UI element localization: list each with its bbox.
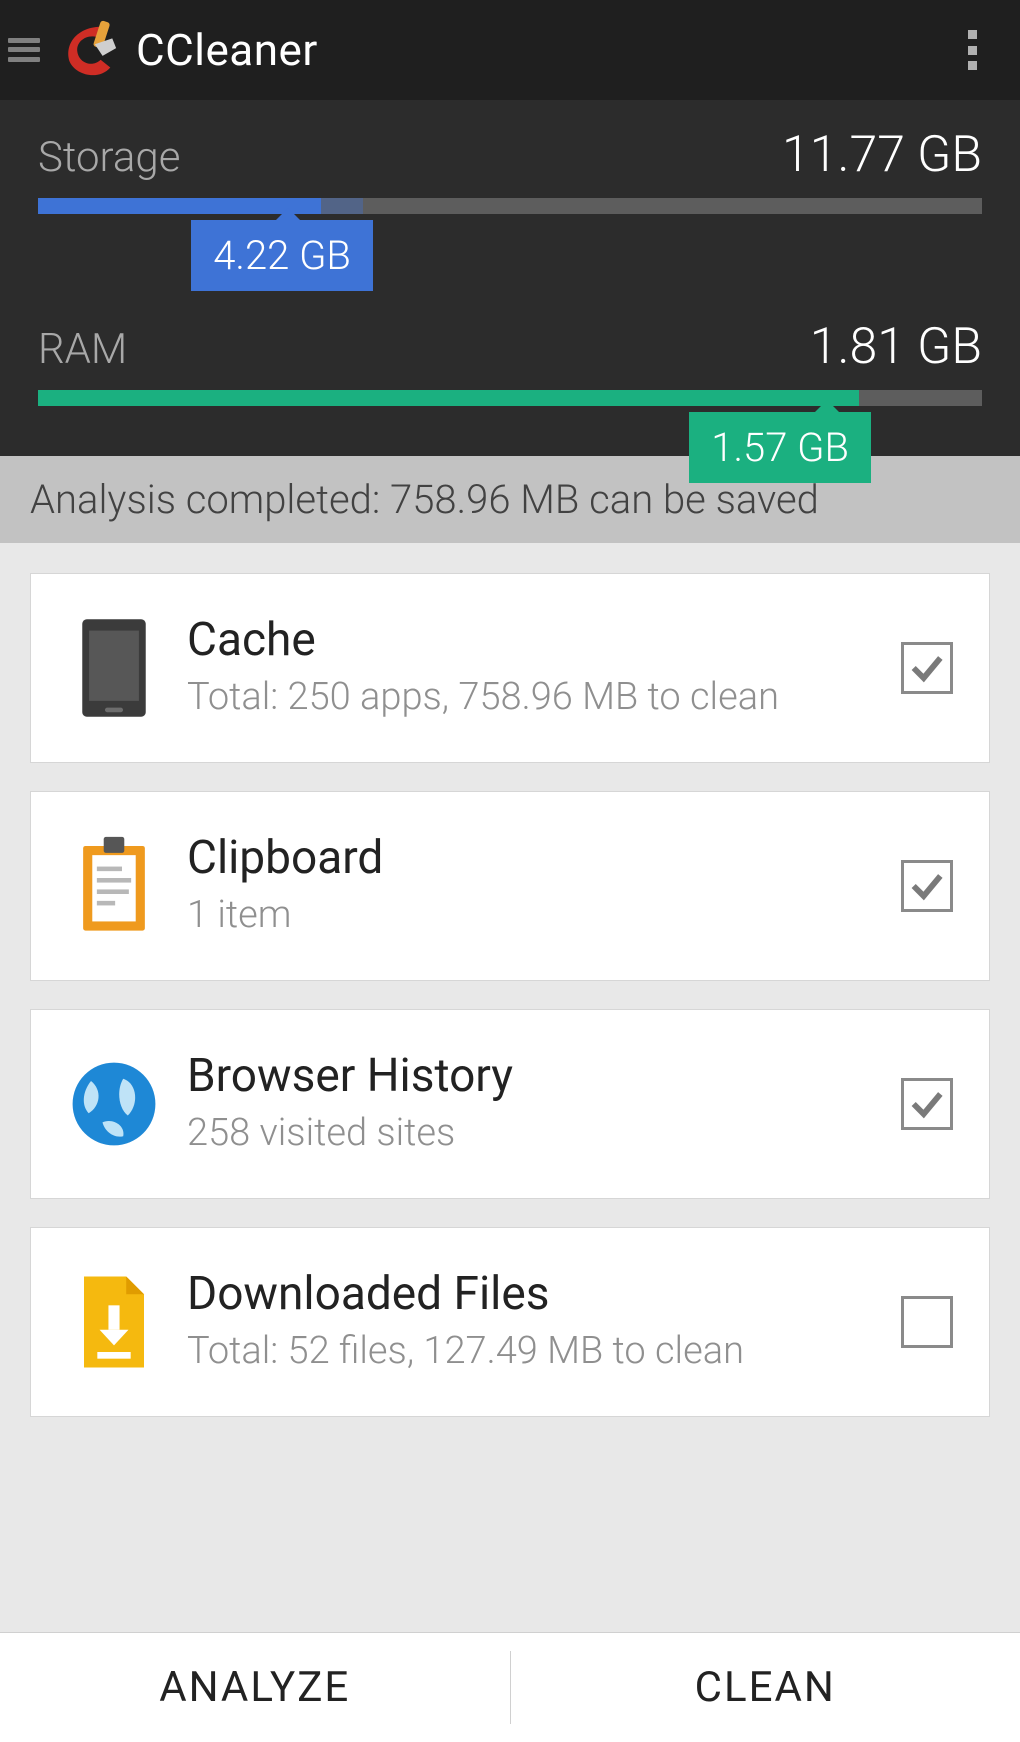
- checkbox[interactable]: [901, 1078, 953, 1130]
- clean-button[interactable]: CLEAN: [511, 1633, 1020, 1742]
- ram-total: 1.81 GB: [810, 318, 982, 376]
- ram-bar-track: [38, 390, 982, 406]
- item-title: Clipboard: [187, 831, 883, 885]
- storage-bar-track: [38, 198, 982, 214]
- list-item-clipboard[interactable]: Clipboard 1 item: [30, 791, 990, 981]
- storage-total: 11.77 GB: [782, 126, 982, 184]
- checkbox[interactable]: [901, 1296, 953, 1348]
- ram-label: RAM: [38, 325, 127, 374]
- clipboard-icon: [59, 826, 169, 946]
- item-title: Cache: [187, 613, 883, 667]
- ram-stat: RAM 1.81 GB 1.57 GB: [38, 318, 982, 406]
- app-title: CCleaner: [136, 24, 318, 76]
- globe-icon: [59, 1044, 169, 1164]
- ram-bar-fill: [38, 390, 859, 406]
- ram-used-badge: 1.57 GB: [689, 412, 871, 483]
- ccleaner-logo-icon: [58, 19, 120, 81]
- checkbox[interactable]: [901, 860, 953, 912]
- menu-icon[interactable]: [4, 30, 44, 70]
- item-subtitle: 1 item: [187, 891, 883, 940]
- checkbox[interactable]: [901, 642, 953, 694]
- bottom-action-bar: ANALYZE CLEAN: [0, 1632, 1020, 1742]
- list-item-browser-history[interactable]: Browser History 258 visited sites: [30, 1009, 990, 1199]
- cleanup-list: Cache Total: 250 apps, 758.96 MB to clea…: [0, 543, 1020, 1632]
- app-bar: CCleaner: [0, 0, 1020, 100]
- item-subtitle: Total: 250 apps, 758.96 MB to clean: [187, 673, 883, 722]
- list-item-cache[interactable]: Cache Total: 250 apps, 758.96 MB to clea…: [30, 573, 990, 763]
- storage-used-badge: 4.22 GB: [191, 220, 373, 291]
- item-title: Downloaded Files: [187, 1267, 883, 1321]
- download-file-icon: [59, 1262, 169, 1382]
- overflow-menu-icon[interactable]: [952, 26, 992, 74]
- device-icon: [59, 608, 169, 728]
- list-item-downloaded-files[interactable]: Downloaded Files Total: 52 files, 127.49…: [30, 1227, 990, 1417]
- item-title: Browser History: [187, 1049, 883, 1103]
- storage-label: Storage: [38, 133, 180, 182]
- item-subtitle: 258 visited sites: [187, 1109, 883, 1158]
- storage-stat: Storage 11.77 GB 4.22 GB: [38, 126, 982, 214]
- stats-panel: Storage 11.77 GB 4.22 GB RAM 1.81 GB 1.5…: [0, 100, 1020, 456]
- item-subtitle: Total: 52 files, 127.49 MB to clean: [187, 1327, 883, 1376]
- analyze-button[interactable]: ANALYZE: [0, 1633, 510, 1742]
